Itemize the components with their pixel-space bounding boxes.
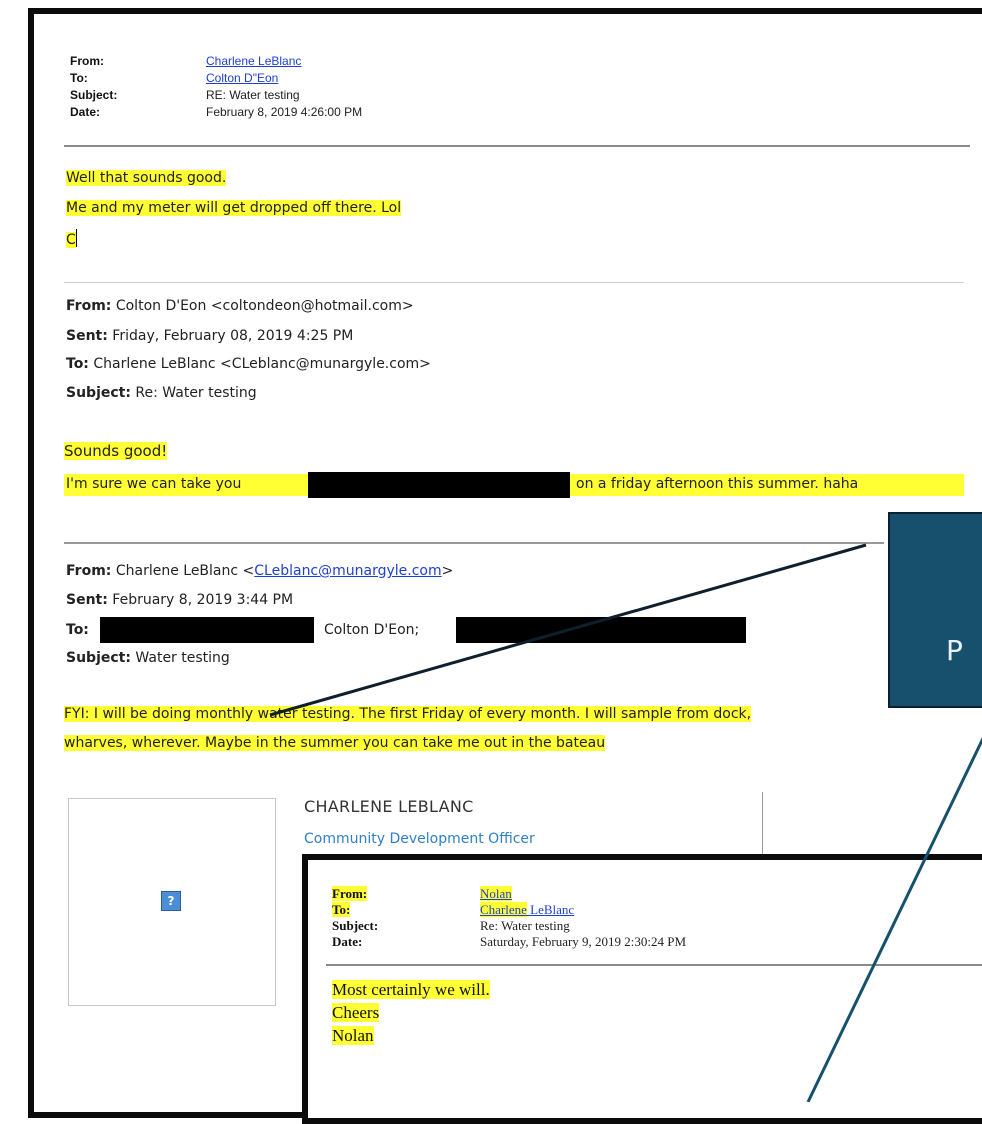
annotation-lines (269, 543, 982, 1102)
annotation-line (806, 737, 982, 1102)
annotation-line (269, 543, 867, 717)
